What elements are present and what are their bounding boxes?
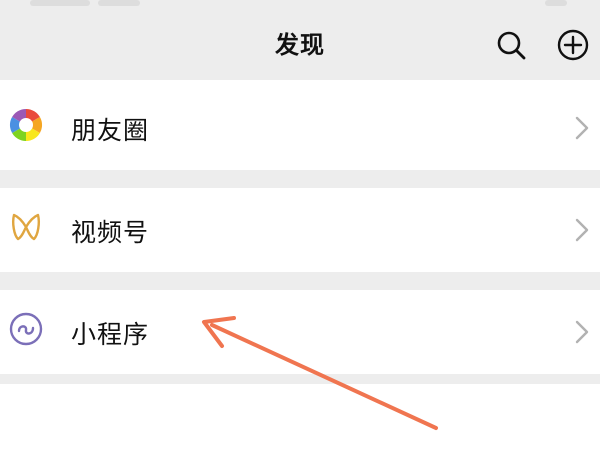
section-divider [0,170,600,188]
status-text-blur [30,0,90,6]
section-divider [0,272,600,290]
channels-butterfly-icon [12,213,40,241]
list-item-label: 小程序 [71,320,150,349]
top-bar: 发现 [0,0,600,80]
status-bar [0,0,600,10]
status-text-blur [98,0,140,6]
list-item-mini-programs[interactable]: 小程序 [0,290,600,374]
chevron-right-icon [575,218,589,242]
search-icon[interactable] [494,28,528,62]
chevron-right-icon [575,116,589,140]
list-item-moments[interactable]: 朋友圈 [0,86,600,170]
add-icon[interactable] [556,28,590,62]
list-item-channels[interactable]: 视频号 [0,188,600,272]
chevron-right-icon [575,320,589,344]
moments-aperture-icon [9,108,43,142]
list-item-label: 朋友圈 [71,116,150,145]
discover-screen: 发现 朋友圈 视频号 小程序 [0,0,600,450]
section-divider [0,374,600,384]
mini-program-icon [9,312,43,346]
list-item-label: 视频号 [71,218,150,247]
status-icon-blur [545,0,567,6]
